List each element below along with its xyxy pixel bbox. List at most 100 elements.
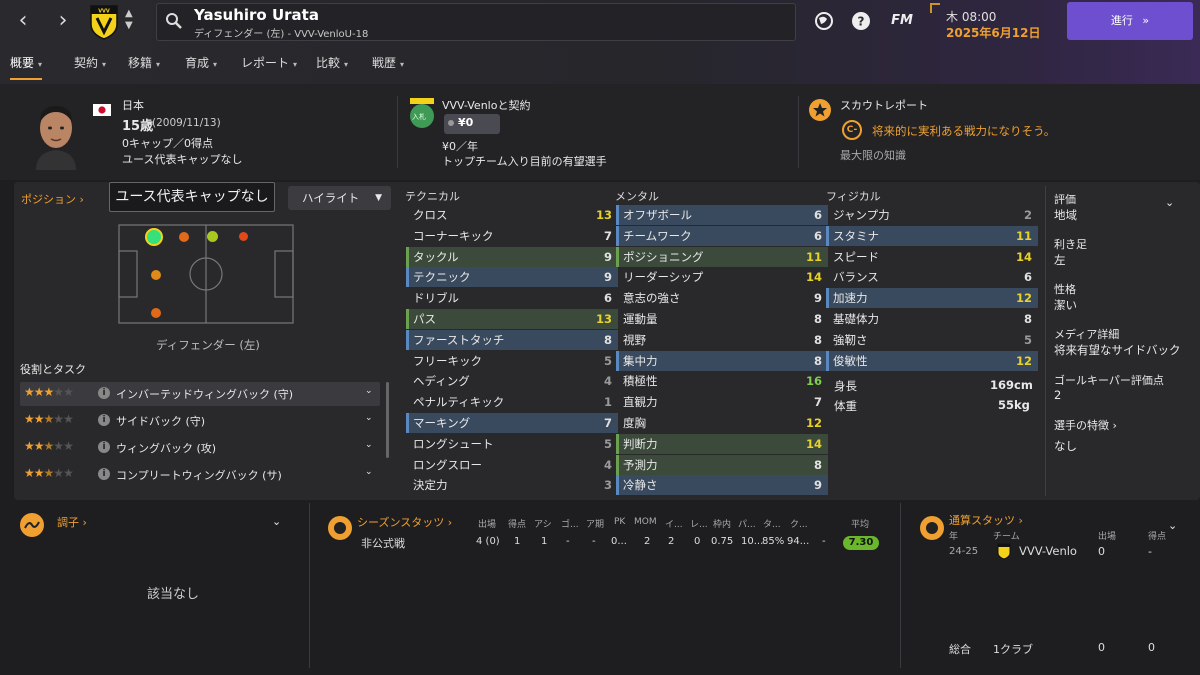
attribute-row[interactable]: 視野 8 [616, 330, 828, 350]
position-dot[interactable] [179, 232, 189, 242]
stat-header[interactable]: タ... [763, 517, 781, 530]
role-row[interactable]: ★★★★★ i インバーテッドウィングバック (守) ⌄ [20, 382, 380, 406]
stat-header[interactable]: ア期 [586, 517, 604, 530]
attribute-row[interactable]: オフザボール 6 [616, 205, 828, 225]
forward-arrow-icon[interactable]: › [50, 8, 76, 34]
attribute-row[interactable]: ポジショニング 11 [616, 246, 828, 267]
stat-header[interactable]: 枠内 [713, 517, 731, 530]
stat-header[interactable]: アシ [534, 517, 552, 530]
attribute-row[interactable]: 決定力 3 [406, 475, 618, 495]
career-stats-title[interactable]: 通算スタッツ › [949, 512, 1023, 528]
back-arrow-icon[interactable]: ‹ [10, 8, 36, 34]
attribute-row[interactable]: ペナルティキック 1 [406, 392, 618, 412]
attribute-row[interactable]: ロングシュート 5 [406, 434, 618, 454]
attribute-row[interactable]: ジャンプ力 2 [826, 205, 1038, 225]
info-icon[interactable]: i [98, 387, 110, 399]
attribute-row[interactable]: ファーストタッチ 8 [406, 329, 618, 350]
attribute-row[interactable]: タックル 9 [406, 246, 618, 267]
roles-scrollbar[interactable] [386, 382, 389, 458]
info-icon[interactable]: i [98, 414, 110, 426]
attribute-row[interactable]: 冷静さ 9 [616, 475, 828, 496]
attribute-row[interactable]: 強靭さ 5 [826, 330, 1038, 350]
help-icon[interactable]: ? [850, 10, 872, 32]
attribute-row[interactable]: ヘディング 4 [406, 371, 618, 391]
attribute-row[interactable]: チームワーク 6 [616, 225, 828, 246]
club-crest-icon[interactable]: VVV [89, 4, 119, 40]
stat-header[interactable]: 得点 [508, 517, 526, 530]
stat-header[interactable]: パ... [738, 517, 756, 530]
tab-4[interactable]: レポート ▾ [241, 52, 297, 80]
attribute-row[interactable]: ロングスロー 4 [406, 455, 618, 475]
position-title[interactable]: ポジション › [21, 191, 84, 207]
info-icon[interactable]: i [98, 441, 110, 453]
attribute-row[interactable]: ドリブル 6 [406, 288, 618, 308]
fm-logo-icon[interactable]: FM [889, 10, 915, 32]
attribute-row[interactable]: コーナーキック 7 [406, 226, 618, 246]
chevron-down-icon[interactable]: ⌄ [1168, 519, 1177, 532]
tab-5[interactable]: 比較 ▾ [316, 52, 348, 80]
search-box[interactable]: Yasuhiro Urata ディフェンダー (左) - VVV-VenloU-… [156, 3, 796, 41]
season-stats-title[interactable]: シーズンスタッツ › [357, 514, 452, 530]
attribute-row[interactable]: 判断力 14 [616, 433, 828, 454]
attribute-row[interactable]: 集中力 8 [616, 350, 828, 371]
form-title[interactable]: 調子 › [57, 514, 87, 530]
stat-header[interactable]: 出場 [478, 517, 496, 530]
attribute-row[interactable]: 度胸 12 [616, 413, 828, 433]
position-dot[interactable] [239, 232, 248, 241]
stat-header[interactable]: ゴ... [561, 517, 579, 530]
club-switch-icon[interactable]: ▲ ▼ [125, 8, 133, 32]
chevron-down-icon[interactable]: ⌄ [1165, 196, 1174, 209]
attribute-row[interactable]: スタミナ 11 [826, 225, 1038, 246]
position-dot-natural[interactable] [145, 228, 163, 246]
chevron-down-icon[interactable]: ⌄ [272, 515, 281, 528]
role-row[interactable]: ★★★★★ i サイドバック (守) ⌄ [20, 409, 380, 433]
position-dot[interactable] [207, 231, 218, 242]
continue-button[interactable]: 進行 » [1067, 2, 1193, 40]
role-row[interactable]: ★★★★★ i コンプリートウィングバック (サ) ⌄ [20, 463, 380, 487]
attribute-row[interactable]: 運動量 8 [616, 309, 828, 329]
career-team[interactable]: VVV-Venlo [1019, 544, 1077, 558]
attribute-row[interactable]: マーキング 7 [406, 413, 618, 433]
stat-header[interactable]: 平均 [851, 517, 869, 530]
attribute-row[interactable]: テクニック 9 [406, 267, 618, 288]
attribute-row[interactable]: 積極性 16 [616, 371, 828, 391]
position-dot[interactable] [151, 308, 161, 318]
chevron-down-icon[interactable]: ⌄ [365, 440, 373, 450]
attribute-row[interactable]: 予測力 8 [616, 454, 828, 475]
stat-header[interactable]: イ... [665, 517, 683, 530]
tab-0[interactable]: 概要 ▾ [10, 52, 43, 80]
chevron-down-icon[interactable]: ⌄ [365, 467, 373, 477]
attribute-row[interactable]: 俊敏性 12 [826, 350, 1038, 371]
attribute-row[interactable]: 加速力 12 [826, 288, 1038, 309]
role-row[interactable]: ★★★★★ i ウィングバック (攻) ⌄ [20, 436, 380, 460]
highlight-dropdown[interactable]: ハイライト ▼ [288, 186, 391, 210]
stat-header[interactable]: MOM [634, 517, 657, 527]
stat-value: 2 [668, 536, 675, 547]
attribute-row[interactable]: リーダーシップ 14 [616, 267, 828, 287]
caps-dropdown[interactable]: ユース代表キャップなし [109, 182, 275, 212]
attribute-row[interactable]: 直観力 7 [616, 392, 828, 412]
tab-1[interactable]: 契約 ▾ [74, 52, 106, 80]
stat-header[interactable]: ク... [790, 517, 808, 530]
chevron-down-icon[interactable]: ⌄ [365, 386, 373, 396]
info-icon[interactable]: i [98, 468, 110, 480]
attribute-row[interactable]: クロス 13 [406, 205, 618, 225]
attribute-row[interactable]: パス 13 [406, 309, 618, 329]
stat-header[interactable]: PK [614, 517, 625, 527]
traits-label[interactable]: 選手の特徴 › [1054, 417, 1117, 433]
stat-header[interactable]: レ... [690, 517, 708, 530]
attribute-value: 5 [603, 353, 612, 368]
attribute-row[interactable]: 基礎体力 8 [826, 309, 1038, 329]
attribute-row[interactable]: 意志の強さ 9 [616, 288, 828, 308]
position-dot[interactable] [151, 270, 161, 280]
tab-2[interactable]: 移籍 ▾ [128, 52, 160, 80]
attribute-row[interactable]: フリーキック 5 [406, 351, 618, 371]
stat-value: - [566, 536, 570, 547]
attribute-row[interactable]: スピード 14 [826, 247, 1038, 267]
world-icon[interactable] [813, 10, 835, 32]
tab-6[interactable]: 戦歴 ▾ [372, 52, 404, 80]
chevron-down-icon[interactable]: ⌄ [365, 413, 373, 423]
attribute-value: 5 [1023, 332, 1032, 347]
attribute-row[interactable]: バランス 6 [826, 267, 1038, 287]
tab-3[interactable]: 育成 ▾ [185, 52, 217, 80]
